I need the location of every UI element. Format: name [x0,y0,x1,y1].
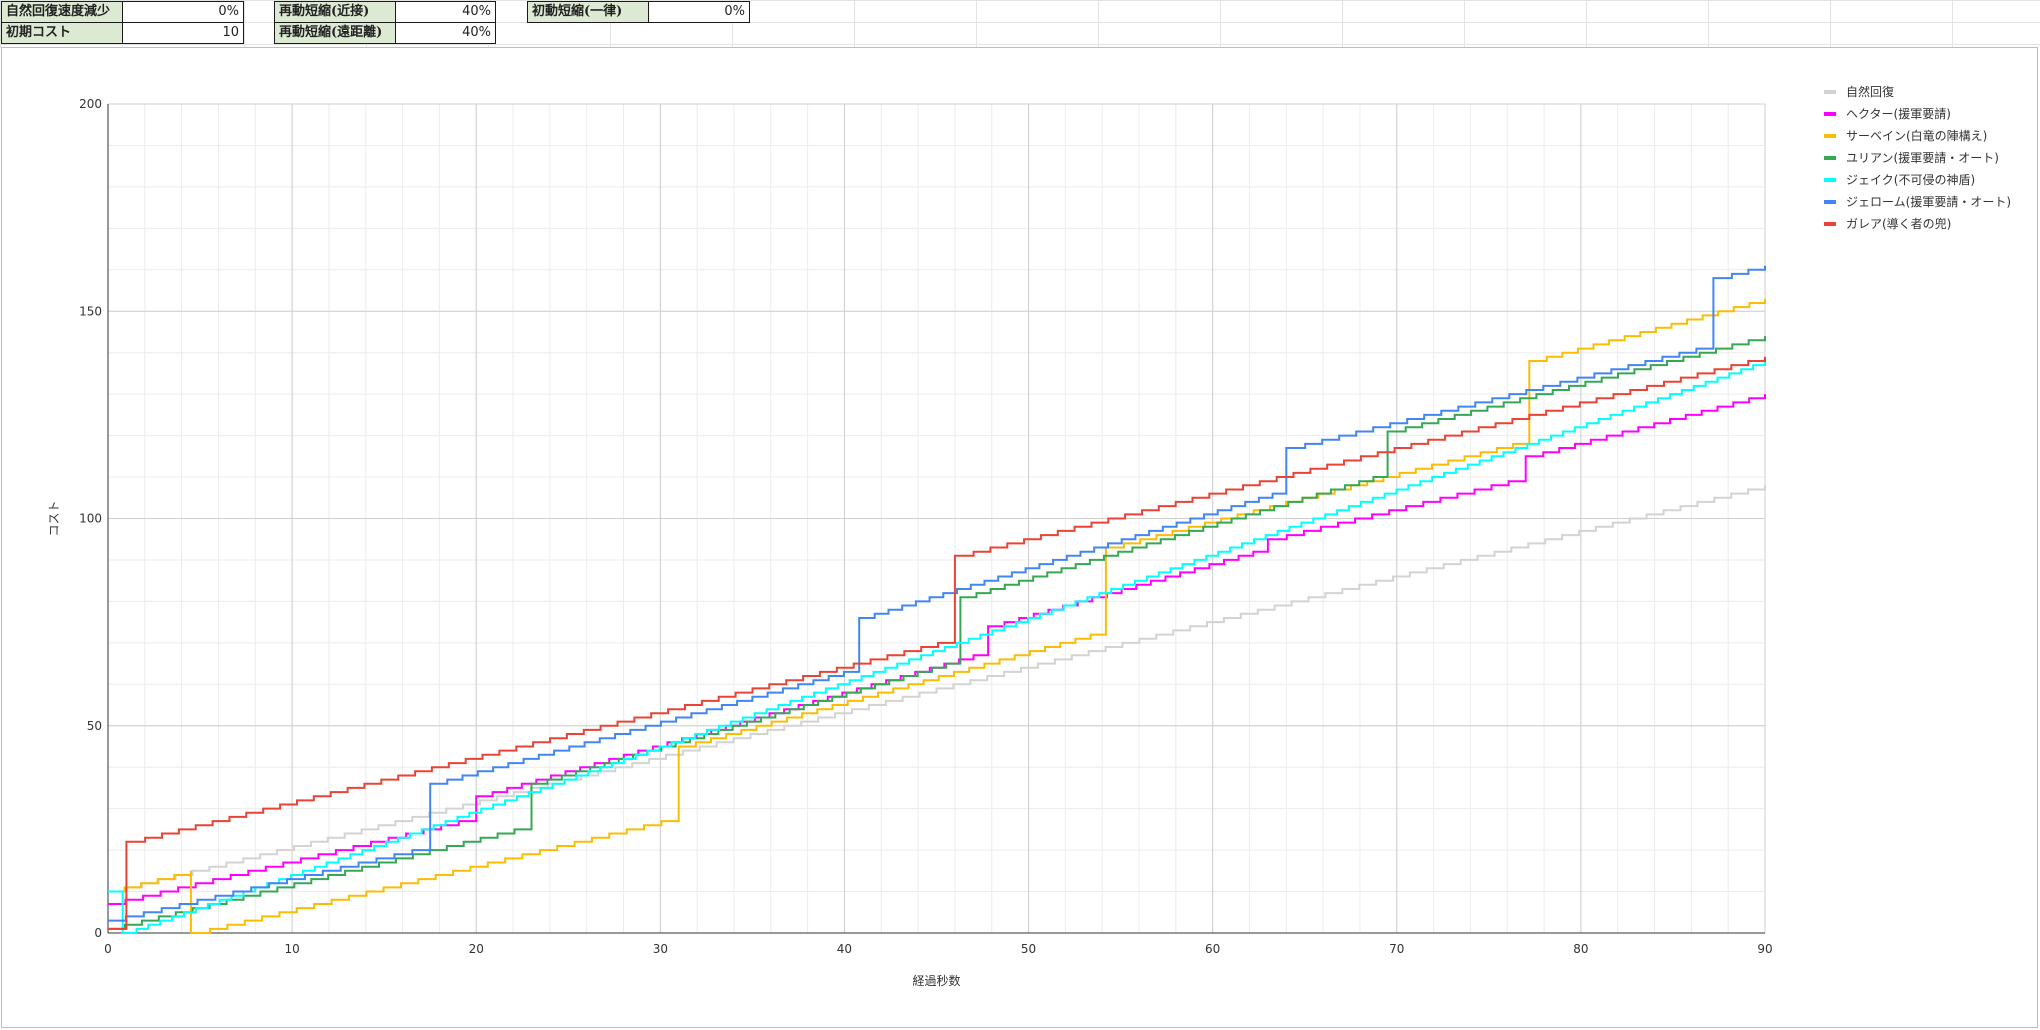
cost-chart: 0 10 20 30 40 50 60 70 80 90 0 50 100 150 200 経過秒数 コスト… [47,84,2011,988]
redeploy-ranged-label: 再動短縮(遠距離) [274,22,396,44]
legend-swatch[interactable] [1824,90,1836,94]
x-tick-label: 20 [469,942,484,956]
x-tick-label: 0 [104,942,112,956]
chart-frame: 0 10 20 30 40 50 60 70 80 90 0 50 100 150 200 経過秒数 コスト… [1,47,2038,1028]
redeploy-melee-label: 再動短縮(近接) [274,1,396,23]
x-tick-label: 10 [284,942,299,956]
legend-swatch[interactable] [1824,156,1836,160]
series-0-line [108,485,1766,893]
legend-label[interactable]: サーベイン(白竜の陣構え) [1846,128,1987,143]
initial-redeploy-label: 初動短縮(一律) [527,1,649,23]
legend-swatch[interactable] [1824,178,1836,182]
legend-swatch[interactable] [1824,112,1836,116]
legend-swatch[interactable] [1824,200,1836,204]
initial-redeploy-value[interactable]: 0% [648,1,750,23]
x-tick-label: 70 [1389,942,1404,956]
y-tick-label: 200 [79,97,102,111]
initial-cost-value[interactable]: 10 [122,22,244,44]
redeploy-ranged-value[interactable]: 40% [395,22,496,44]
series-5-line [108,265,1766,922]
legend-label[interactable]: ユリアン(援軍要請・オート) [1846,151,1999,165]
x-tick-label: 30 [653,942,668,956]
regen-reduction-label: 自然回復速度減少 [1,1,123,23]
legend-label[interactable]: 自然回復 [1846,84,1894,99]
series-1-line [108,394,1766,905]
x-tick-label: 40 [837,942,852,956]
series-lines [108,265,1766,934]
x-tick-label: 90 [1757,942,1772,956]
y-axis-title: コスト [47,500,61,536]
x-tick-label: 80 [1573,942,1588,956]
tick-labels: 0 10 20 30 40 50 60 70 80 90 0 50 100 150 200 [79,97,1773,956]
legend[interactable]: 自然回復ヘクター(援軍要請) サーベイン(白竜の陣構え) ユリアン(援軍要請・オート… [1824,84,2011,231]
redeploy-melee-value[interactable]: 40% [395,1,496,23]
legend-label[interactable]: ヘクター(援軍要請) [1846,107,1951,121]
x-axis-title: 経過秒数 [912,973,960,988]
y-tick-label: 150 [79,304,102,318]
series-3-line [108,336,1766,930]
legend-label[interactable]: ジェローム(援軍要請・オート) [1846,195,2011,209]
x-tick-label: 60 [1205,942,1220,956]
legend-label[interactable]: ガレア(導く者の兜) [1846,216,1951,231]
legend-label[interactable]: ジェイク(不可侵の神盾) [1846,172,1975,187]
y-tick-label: 50 [87,719,102,733]
y-tick-label: 100 [79,512,102,526]
regen-reduction-value[interactable]: 0% [122,1,244,23]
legend-swatch[interactable] [1824,222,1836,226]
x-tick-label: 50 [1021,942,1036,956]
legend-swatch[interactable] [1824,134,1836,138]
initial-cost-label: 初期コスト [1,22,123,44]
y-tick-label: 0 [94,926,102,940]
